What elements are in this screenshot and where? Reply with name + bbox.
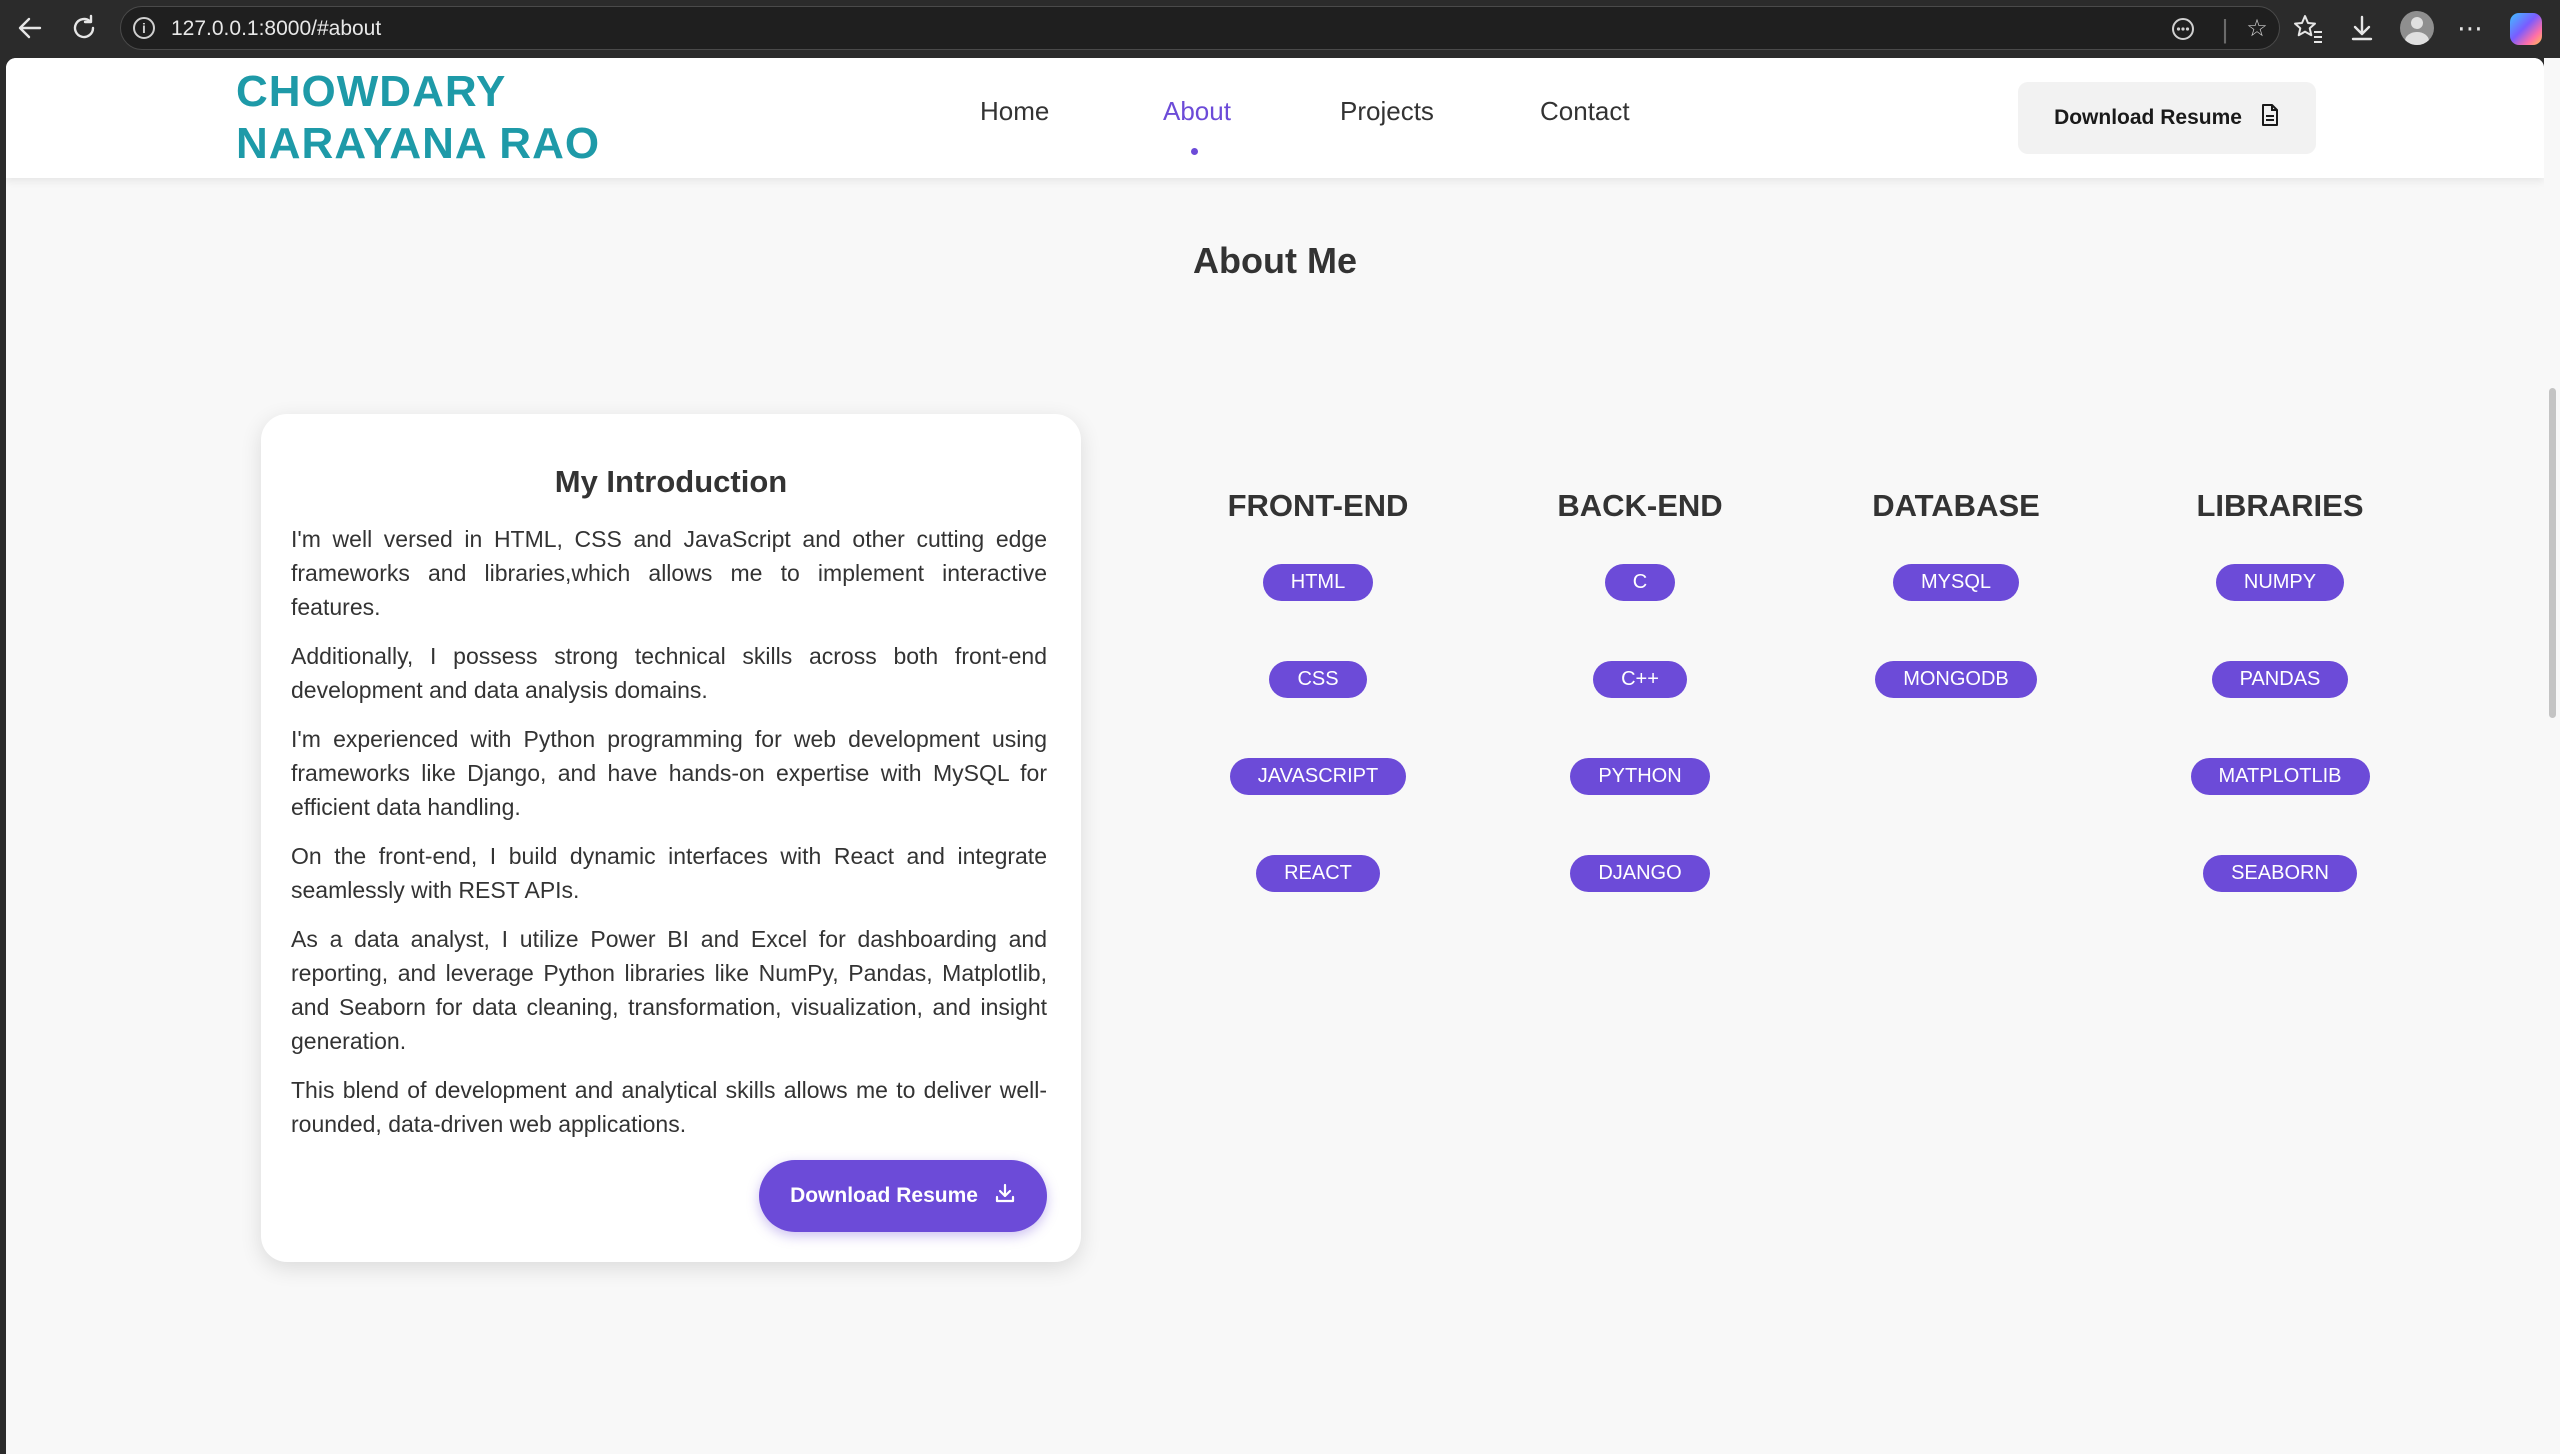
skills-heading: DATABASE bbox=[1872, 488, 2040, 523]
document-icon bbox=[2260, 103, 2280, 133]
intro-card: My Introduction I'm well versed in HTML,… bbox=[261, 414, 1081, 1262]
header-download-resume-button[interactable]: Download Resume bbox=[2018, 82, 2316, 154]
header-download-resume-label: Download Resume bbox=[2054, 106, 2242, 129]
skill-badge: MONGODB bbox=[1875, 661, 2037, 698]
star-icon[interactable]: ☆ bbox=[2243, 15, 2271, 43]
divider: | bbox=[2221, 14, 2229, 44]
reload-icon[interactable] bbox=[66, 10, 102, 46]
intro-text: I'm well versed in HTML, CSS and JavaScr… bbox=[291, 522, 1047, 1156]
skill-badge: HTML bbox=[1262, 564, 1374, 601]
address-url[interactable]: 127.0.0.1:8000/#about bbox=[171, 17, 381, 41]
skills-frontend: FRONT-END HTML CSS JAVASCRIPT REACT bbox=[1153, 488, 1483, 926]
skills-list: HTML CSS JAVASCRIPT REACT bbox=[1153, 538, 1483, 926]
active-nav-indicator bbox=[1191, 148, 1198, 155]
skill-item: REACT bbox=[1153, 829, 1483, 926]
skills-libraries: LIBRARIES NUMPY PANDAS MATPLOTLIB SEABOR… bbox=[2115, 488, 2445, 926]
intro-paragraph: As a data analyst, I utilize Power BI an… bbox=[291, 926, 1047, 1054]
intro-paragraph: I'm well versed in HTML, CSS and JavaScr… bbox=[291, 526, 1047, 620]
skill-item: SEABORN bbox=[2115, 829, 2445, 926]
more-icon[interactable]: ⋯ bbox=[2452, 10, 2488, 46]
skill-badge: DJANGO bbox=[1570, 855, 1710, 892]
site-brand[interactable]: CHOWDARY NARAYANA RAO bbox=[236, 66, 600, 170]
download-icon[interactable] bbox=[2344, 10, 2380, 46]
skill-item: DJANGO bbox=[1475, 829, 1805, 926]
skill-badge: NUMPY bbox=[2215, 564, 2345, 601]
copilot-icon[interactable] bbox=[2510, 13, 2542, 45]
skill-item: NUMPY bbox=[2115, 538, 2445, 635]
scrollbar-thumb[interactable] bbox=[2549, 388, 2556, 718]
skill-badge: PANDAS bbox=[2211, 661, 2349, 698]
skills-heading: FRONT-END bbox=[1227, 488, 1409, 523]
nav-contact[interactable]: Contact bbox=[1540, 96, 1630, 127]
intro-paragraph: I'm experienced with Python programming … bbox=[291, 726, 1047, 820]
skill-item: MYSQL bbox=[1791, 538, 2121, 635]
nav-projects[interactable]: Projects bbox=[1340, 96, 1434, 127]
skills-list: MYSQL MONGODB bbox=[1791, 538, 2121, 732]
back-arrow-icon[interactable] bbox=[12, 10, 48, 46]
intro-paragraph: This blend of development and analytical… bbox=[291, 1077, 1047, 1137]
skills-heading: BACK-END bbox=[1557, 488, 1723, 523]
site-header: CHOWDARY NARAYANA RAO Home About Project… bbox=[6, 58, 2544, 178]
download-resume-label: Download Resume bbox=[790, 1184, 978, 1207]
download-icon bbox=[994, 1182, 1016, 1210]
skills-list: NUMPY PANDAS MATPLOTLIB SEABORN bbox=[2115, 538, 2445, 926]
nav-about[interactable]: About bbox=[1163, 96, 1231, 127]
section-title: About Me bbox=[1193, 240, 1357, 281]
intro-paragraph: On the front-end, I build dynamic interf… bbox=[291, 843, 1047, 903]
skill-badge: MYSQL bbox=[1892, 564, 2020, 601]
download-resume-button[interactable]: Download Resume bbox=[759, 1160, 1047, 1232]
skill-item: MONGODB bbox=[1791, 635, 2121, 732]
skill-badge: SEABORN bbox=[2203, 855, 2357, 892]
skill-badge: CSS bbox=[1269, 661, 1367, 698]
skills-backend: BACK-END C C++ PYTHON DJANGO bbox=[1475, 488, 1805, 926]
profile-icon[interactable] bbox=[2400, 11, 2434, 45]
skill-item: PANDAS bbox=[2115, 635, 2445, 732]
skill-badge: C++ bbox=[1593, 661, 1687, 698]
address-bar[interactable]: i 127.0.0.1:8000/#about | ☆ bbox=[120, 6, 2280, 50]
favorites-icon[interactable] bbox=[2290, 10, 2326, 46]
skills-database: DATABASE MYSQL MONGODB bbox=[1791, 488, 2121, 732]
brand-line-2[interactable]: NARAYANA RAO bbox=[236, 118, 600, 170]
skill-item: CSS bbox=[1153, 635, 1483, 732]
page-viewport: CHOWDARY NARAYANA RAO Home About Project… bbox=[6, 58, 2544, 1454]
reader-mode-icon[interactable] bbox=[2169, 15, 2197, 43]
page-scrollbar[interactable] bbox=[2544, 58, 2560, 1454]
skill-badge: JAVASCRIPT bbox=[1229, 758, 1407, 795]
skill-badge: REACT bbox=[1256, 855, 1380, 892]
skill-item: C bbox=[1475, 538, 1805, 635]
browser-toolbar: i 127.0.0.1:8000/#about | ☆ ⋯ bbox=[0, 0, 2560, 58]
skills-heading: LIBRARIES bbox=[2196, 488, 2364, 523]
skill-item: MATPLOTLIB bbox=[2115, 732, 2445, 829]
info-icon[interactable]: i bbox=[133, 17, 155, 39]
skill-item: PYTHON bbox=[1475, 732, 1805, 829]
skills-list: C C++ PYTHON DJANGO bbox=[1475, 538, 1805, 926]
skill-item: JAVASCRIPT bbox=[1153, 732, 1483, 829]
intro-paragraph: Additionally, I possess strong technical… bbox=[291, 643, 1047, 703]
nav-home[interactable]: Home bbox=[980, 96, 1049, 127]
skill-badge: MATPLOTLIB bbox=[2190, 758, 2370, 795]
brand-line-1[interactable]: CHOWDARY bbox=[236, 66, 600, 118]
skill-badge: C bbox=[1604, 564, 1676, 601]
skill-badge: PYTHON bbox=[1570, 758, 1710, 795]
skill-item: HTML bbox=[1153, 538, 1483, 635]
skill-item: C++ bbox=[1475, 635, 1805, 732]
intro-title: My Introduction bbox=[554, 464, 788, 499]
